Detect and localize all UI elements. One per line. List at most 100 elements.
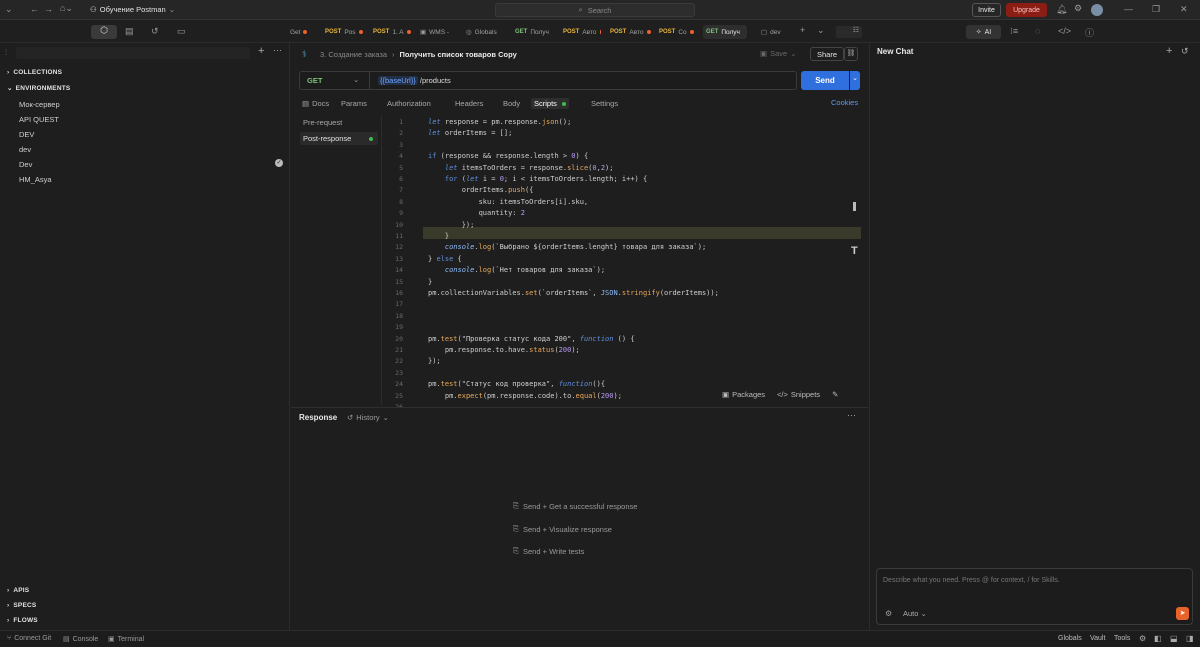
history-button[interactable]: ↺ History ⌄ <box>347 413 389 422</box>
layout-right-icon[interactable]: ◨ <box>1186 634 1194 643</box>
avatar[interactable] <box>1091 4 1103 16</box>
ai-button[interactable]: ✧ AI <box>966 25 1001 39</box>
environments-view-icon[interactable]: ▤ <box>125 26 134 37</box>
url-input[interactable]: {{baseUrl}} /products <box>378 75 451 86</box>
edit-icon[interactable]: ✎ <box>832 390 838 399</box>
add-icon[interactable]: + <box>258 45 264 57</box>
send-message-button[interactable]: ➤ <box>1176 607 1189 620</box>
new-tab-icon[interactable]: + <box>800 25 805 35</box>
layout-sidebar-icon[interactable]: ◧ <box>1154 634 1162 643</box>
search-bar[interactable]: ⌕ Search <box>495 3 695 17</box>
tools-button[interactable]: Tools <box>1114 635 1130 642</box>
request-tab-active[interactable]: GET Получ <box>703 25 747 39</box>
request-tab[interactable]: GET Получ <box>515 25 555 39</box>
collections-view-icon[interactable]: ⬡ <box>91 25 117 39</box>
connect-git-button[interactable]: ⑂ Connect Git <box>7 635 51 642</box>
line-number: 9 <box>399 209 403 218</box>
sidebar-item-mock-server[interactable]: Мок-сервер <box>19 100 60 109</box>
bell-icon[interactable]: 🔔︎ <box>1056 4 1067 15</box>
minimize-icon[interactable]: — <box>1124 4 1133 14</box>
scrollbar[interactable] <box>853 202 856 211</box>
workspace-switcher[interactable]: ⚇ Обучение Postman ⌄ <box>90 5 175 14</box>
tab-body[interactable]: Body <box>503 99 520 108</box>
sidebar-section-environments[interactable]: ⌄ ENVIRONMENTS <box>7 84 70 92</box>
request-tab[interactable]: ▣ WMS - <box>420 25 458 39</box>
request-tab[interactable]: POST Авто <box>610 25 654 39</box>
save-button[interactable]: ▣ Save ⌄ <box>760 49 797 58</box>
tab-params[interactable]: Params <box>341 99 367 108</box>
workbench-toggle-icon[interactable]: ☷ <box>836 26 862 38</box>
cookies-link[interactable]: Cookies <box>831 98 858 107</box>
tab-authorization[interactable]: Authorization <box>387 99 431 108</box>
sidebar-search-input[interactable] <box>16 47 250 59</box>
send-button[interactable]: Send <box>801 71 849 90</box>
tab-scripts[interactable]: Scripts <box>531 98 569 109</box>
chat-history-icon[interactable]: ↺ <box>1181 46 1189 57</box>
request-tab[interactable]: Get <box>290 25 318 39</box>
console-button[interactable]: ▤ Console <box>63 635 98 644</box>
invite-button[interactable]: Invite <box>972 3 1001 17</box>
snippets-button[interactable]: </> Snippets <box>777 390 820 399</box>
sidebar-item-dev[interactable]: Dev <box>19 160 32 169</box>
hint-write-tests[interactable]: ⎘ Send + Write tests <box>513 546 584 556</box>
info-icon[interactable]: ⓘ <box>1085 26 1094 39</box>
request-tab[interactable]: POST Co <box>659 25 699 39</box>
method-select[interactable]: GET ⌄ <box>300 72 370 89</box>
code-editor[interactable]: 1 2 3 4 5 6 7 8 9 10 11 12 13 14 15 16 17 18 19 20 21 22 23 24 2… <box>383 115 861 407</box>
sidebar-section-collections[interactable]: › COLLECTIONS <box>7 69 62 76</box>
send-options-chevron-icon[interactable]: ⌄ <box>850 71 860 90</box>
sidebar-section-flows[interactable]: › FLOWS <box>7 617 38 624</box>
request-tab[interactable]: POST Pos <box>325 25 367 39</box>
request-tab[interactable]: POST 1. A <box>373 25 413 39</box>
pre-request-tab[interactable]: Pre-request <box>303 118 342 127</box>
page-title[interactable]: Получить список товаров Copy <box>400 50 517 59</box>
back-arrow-icon[interactable]: ← <box>30 4 39 14</box>
sidebar-item-api-quest[interactable]: API QUEST <box>19 115 59 124</box>
environment-tab[interactable]: ▢ dev <box>761 25 791 39</box>
more-icon[interactable]: ··· <box>273 45 282 55</box>
restore-icon[interactable]: ❐ <box>1152 4 1160 15</box>
link-icon[interactable]: ⛓ <box>844 47 858 61</box>
chevron-down-icon[interactable]: ⌄ <box>5 4 13 15</box>
search-placeholder: Search <box>587 5 612 15</box>
request-tab[interactable]: POST Авто <box>563 25 601 39</box>
history-view-icon[interactable]: ↺ <box>151 26 159 37</box>
sidebar-item-dev-lower[interactable]: dev <box>19 145 31 154</box>
model-select[interactable]: Auto ⌄ <box>903 609 927 618</box>
terminal-button[interactable]: ▣ Terminal <box>108 635 144 644</box>
tab-settings[interactable]: Settings <box>591 99 618 108</box>
text-format-icon[interactable]: T <box>851 245 858 257</box>
packages-button[interactable]: ▣ Packages <box>722 390 765 399</box>
hint-successful-response[interactable]: ⎘ Send + Get a successful response <box>513 501 637 511</box>
post-response-tab[interactable]: Post-response <box>300 132 378 145</box>
tab-docs[interactable]: ▤ Docs <box>302 99 329 108</box>
tab-headers[interactable]: Headers <box>455 99 483 108</box>
sidebar-item-hm-asya[interactable]: HM_Asya <box>19 175 52 184</box>
new-chat-icon[interactable]: + <box>1166 45 1172 57</box>
more-icon[interactable]: ··· <box>847 410 856 420</box>
sidebar-section-apis[interactable]: › APIS <box>7 587 29 594</box>
sidebar-section-specs[interactable]: › SPECS <box>7 602 36 609</box>
forward-arrow-icon[interactable]: → <box>44 4 53 14</box>
request-tab[interactable]: ◎ Globals <box>466 25 506 39</box>
list-icon[interactable]: ⁝≡ <box>1010 26 1018 37</box>
code-icon[interactable]: </> <box>1058 26 1071 36</box>
hint-visualize-response[interactable]: ⎘ Send + Visualize response <box>513 524 612 534</box>
upgrade-button[interactable]: Upgrade <box>1006 3 1047 17</box>
chevron-down-icon[interactable]: ⌄ <box>817 25 825 36</box>
layout-bottom-icon[interactable]: ⬓ <box>1170 634 1178 643</box>
breadcrumb-parent[interactable]: 3. Создание заказа <box>320 50 387 59</box>
gear-icon[interactable]: ⚙ <box>1074 3 1082 14</box>
settings-icon[interactable]: ⚙ <box>1139 634 1146 643</box>
share-button[interactable]: Share <box>810 47 844 61</box>
settings-icon[interactable]: ⚙ <box>885 609 892 618</box>
globals-button[interactable]: Globals <box>1058 635 1082 642</box>
sidebar-item-dev-upper[interactable]: DEV <box>19 130 34 139</box>
comments-icon[interactable]: ◌ <box>1035 26 1040 36</box>
chat-input[interactable]: Describe what you need. Press @ for cont… <box>876 568 1193 625</box>
vault-button[interactable]: Vault <box>1090 635 1105 642</box>
close-icon[interactable]: ✕ <box>1180 4 1188 15</box>
filter-icon[interactable]: ⫶ <box>5 48 7 58</box>
home-icon[interactable]: ⌂⌄ <box>60 3 73 14</box>
folder-icon[interactable]: ▭ <box>177 26 186 37</box>
